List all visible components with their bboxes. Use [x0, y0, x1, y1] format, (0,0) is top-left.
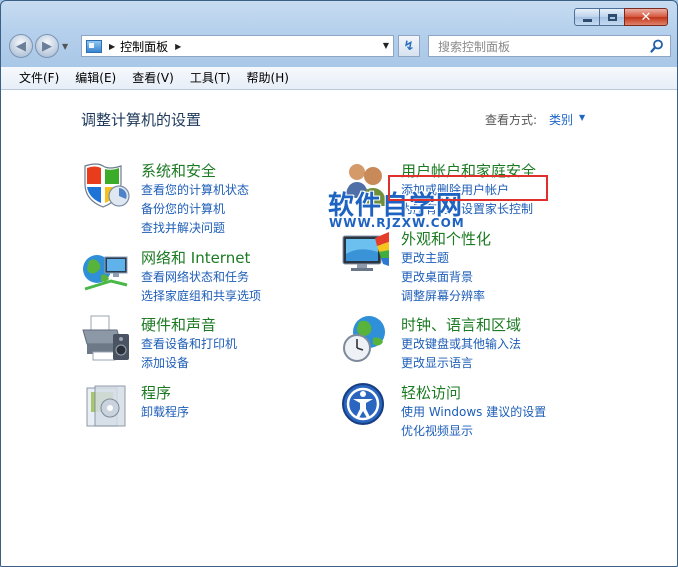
view-by-label: 查看方式: [485, 113, 538, 127]
control-panel-icon [86, 39, 102, 53]
network-icon[interactable] [81, 247, 131, 297]
link-optimize-video[interactable]: 优化视频显示 [401, 422, 473, 439]
recent-pages-dropdown[interactable]: ▼ [62, 42, 70, 51]
link-change-keyboard-input[interactable]: 更改键盘或其他输入法 [401, 335, 521, 352]
link-recommended-settings[interactable]: 使用 Windows 建议的设置 [401, 403, 546, 420]
category-title[interactable]: 硬件和声音 [141, 314, 216, 335]
address-dropdown-icon[interactable]: ▼ [383, 41, 389, 50]
view-by-dropdown-icon[interactable]: ▼ [579, 113, 585, 122]
link-backup-computer[interactable]: 备份您的计算机 [141, 200, 225, 217]
back-arrow-icon: ◀ [16, 38, 26, 54]
monitor-icon[interactable] [341, 228, 391, 278]
search-box[interactable]: 搜索控制面板 [428, 35, 671, 57]
address-bar[interactable]: ▶ 控制面板 ▶ ▼ [81, 35, 394, 57]
programs-icon[interactable] [81, 382, 131, 432]
link-homegroup-sharing[interactable]: 选择家庭组和共享选项 [141, 287, 261, 304]
content-pane: 调整计算机的设置 查看方式: 类别 ▼ 系统和安全 查看您的计算机状态 备份您的… [1, 90, 677, 566]
link-devices-printers[interactable]: 查看设备和打印机 [141, 335, 237, 352]
menu-view[interactable]: 查看(V) [124, 67, 182, 89]
menu-help[interactable]: 帮助(H) [239, 67, 297, 89]
highlight-box [388, 175, 548, 201]
link-change-desktop-background[interactable]: 更改桌面背景 [401, 268, 473, 285]
category-title[interactable]: 程序 [141, 382, 171, 403]
link-add-device[interactable]: 添加设备 [141, 354, 189, 371]
minimize-icon [582, 18, 592, 22]
forward-arrow-icon: ▶ [42, 38, 52, 54]
control-panel-window: ✕ ◀ ▶ ▼ ▶ 控制面板 ▶ ▼ ↯ 搜索控制面板 文件(F) 编辑(E) … [0, 0, 678, 567]
menu-tools[interactable]: 工具(T) [182, 67, 239, 89]
view-by-dropdown[interactable]: 类别 [549, 111, 573, 128]
menu-file[interactable]: 文件(F) [1, 67, 67, 89]
close-icon: ✕ [640, 9, 652, 25]
refresh-icon: ↯ [403, 38, 415, 54]
link-troubleshoot[interactable]: 查找并解决问题 [141, 219, 225, 236]
link-adjust-resolution[interactable]: 调整屏幕分辨率 [401, 287, 485, 304]
category-title[interactable]: 轻松访问 [401, 382, 461, 403]
category-title[interactable]: 外观和个性化 [401, 228, 491, 249]
caption-buttons: ✕ [574, 8, 668, 26]
search-placeholder: 搜索控制面板 [438, 39, 511, 54]
category-title[interactable]: 系统和安全 [141, 160, 216, 181]
maximize-icon [607, 13, 617, 21]
menu-edit[interactable]: 编辑(E) [67, 67, 124, 89]
accessibility-icon[interactable] [341, 382, 391, 432]
globe-clock-icon[interactable] [341, 314, 391, 364]
link-change-display-language[interactable]: 更改显示语言 [401, 354, 473, 371]
minimize-button[interactable] [574, 8, 600, 26]
search-icon[interactable] [650, 39, 664, 53]
breadcrumb-control-panel[interactable]: 控制面板 [120, 38, 168, 55]
breadcrumb-arrow-icon[interactable]: ▶ [109, 42, 115, 51]
page-title: 调整计算机的设置 [81, 111, 202, 129]
navigation-buttons: ◀ ▶ ▼ [9, 34, 70, 58]
back-button[interactable]: ◀ [9, 34, 33, 58]
breadcrumb-arrow-icon[interactable]: ▶ [175, 42, 181, 51]
shield-icon[interactable] [81, 160, 131, 210]
link-view-computer-status[interactable]: 查看您的计算机状态 [141, 181, 249, 198]
forward-button[interactable]: ▶ [35, 34, 59, 58]
maximize-button[interactable] [599, 8, 625, 26]
link-change-theme[interactable]: 更改主题 [401, 249, 449, 266]
watermark-url: WWW.RJZXW.COM [329, 216, 465, 230]
refresh-button[interactable]: ↯ [398, 35, 420, 57]
category-title[interactable]: 网络和 Internet [141, 247, 250, 268]
link-network-status[interactable]: 查看网络状态和任务 [141, 268, 249, 285]
menu-bar: 文件(F) 编辑(E) 查看(V) 工具(T) 帮助(H) [1, 67, 677, 90]
link-uninstall-program[interactable]: 卸载程序 [141, 403, 189, 420]
printer-icon[interactable] [81, 314, 131, 364]
close-button[interactable]: ✕ [624, 8, 668, 26]
category-title[interactable]: 时钟、语言和区域 [401, 314, 521, 335]
